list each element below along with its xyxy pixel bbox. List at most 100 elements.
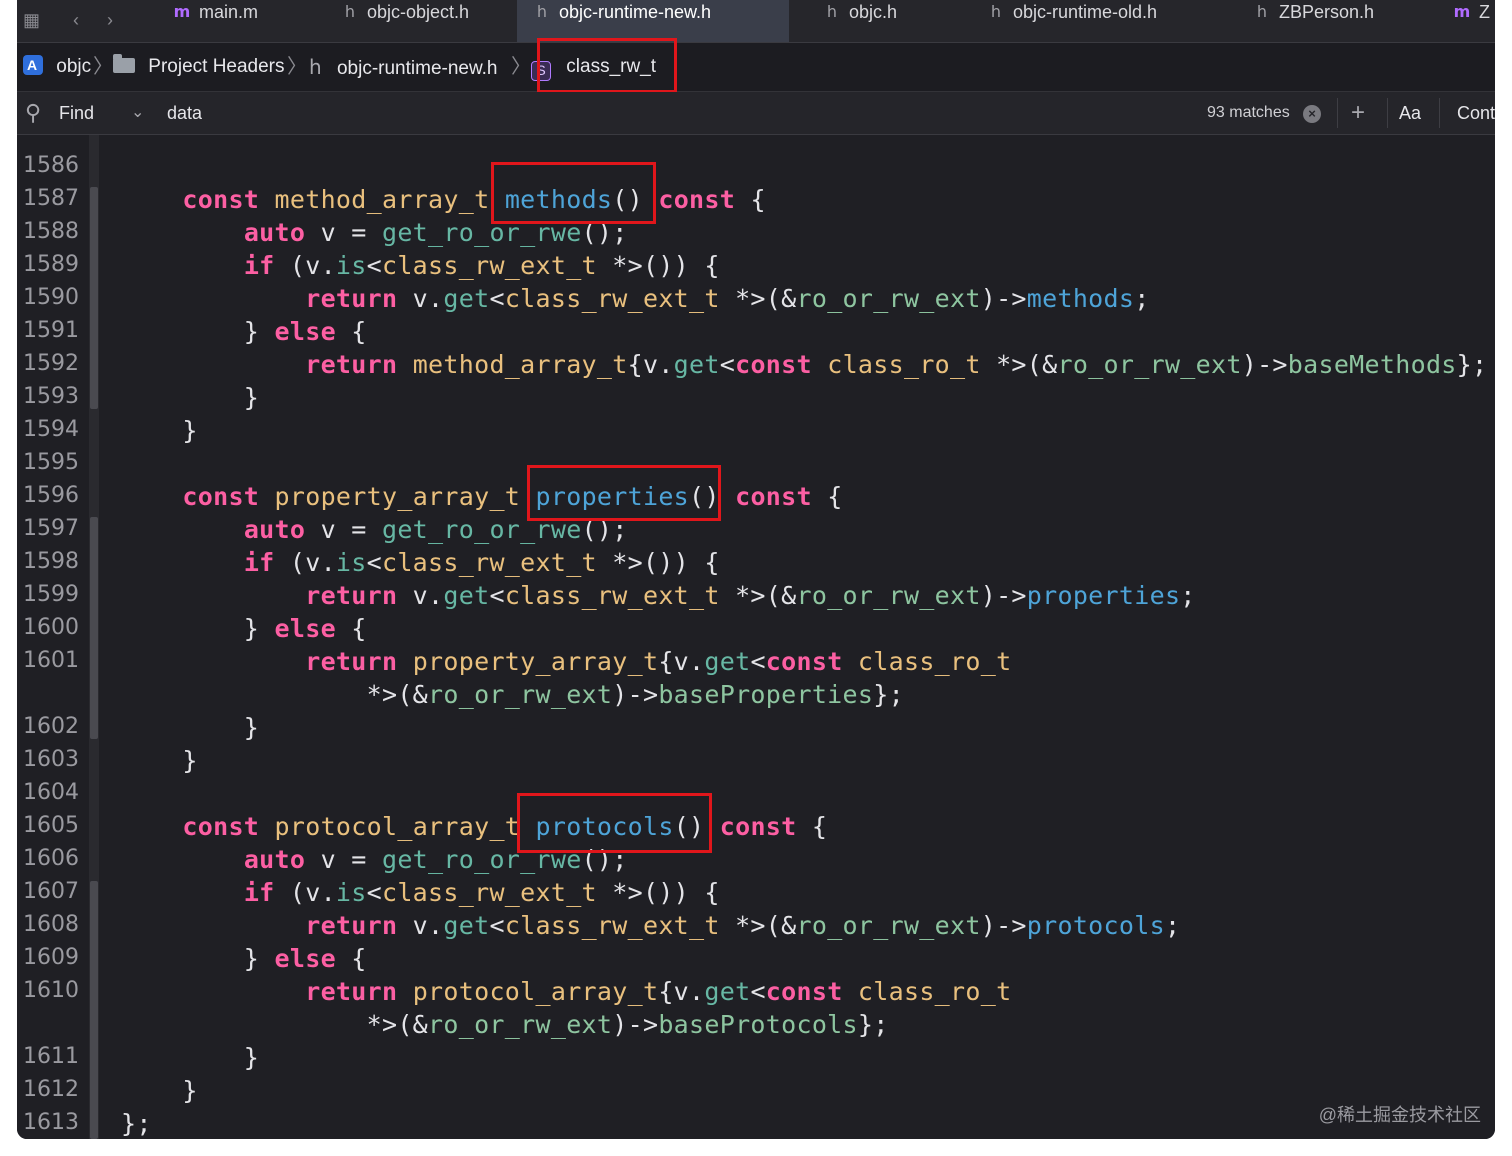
code-line[interactable]: return v.get<class_rw_ext_t *>(&ro_or_rw… [121, 909, 1180, 942]
line-number: 1601 [23, 648, 79, 673]
chevron-right-icon: 〉 [93, 56, 113, 78]
line-number: 1597 [23, 516, 79, 541]
code-line[interactable]: } [121, 414, 198, 447]
line-number: 1590 [23, 285, 79, 310]
line-number: 1603 [23, 747, 79, 772]
breadcrumb-project[interactable]: objc [23, 43, 91, 91]
xcode-project-icon [23, 55, 43, 75]
tab-label: objc-runtime-new.h [559, 2, 712, 22]
code-line[interactable]: if (v.is<class_rw_ext_t *>()) { [121, 876, 720, 909]
search-input[interactable]: data [167, 92, 202, 134]
close-icon: × [1303, 105, 1321, 123]
line-number: 1602 [23, 714, 79, 739]
tab-objc-h[interactable]: h objc.h [807, 0, 967, 42]
match-style-button[interactable]: Cont [1457, 92, 1495, 134]
add-pattern-button[interactable]: + [1351, 92, 1365, 134]
chevron-down-icon[interactable]: ⌄ [131, 92, 144, 134]
highlight-box-methods [491, 162, 656, 224]
line-number: 1606 [23, 846, 79, 871]
line-number: 1594 [23, 417, 79, 442]
grid-icon[interactable]: ▦ [23, 8, 40, 32]
line-number: 1587 [23, 186, 79, 211]
breadcrumb-group[interactable]: Project Headers [113, 43, 285, 91]
code-line[interactable]: } [121, 744, 198, 777]
breadcrumb-project-label: objc [56, 56, 92, 77]
code-line[interactable]: *>(&ro_or_rw_ext)->baseProtocols}; [121, 1008, 889, 1041]
line-number: 1610 [23, 978, 79, 1003]
tab-bar: ▦ ‹ › m main.m h objc-object.h h objc-runtime… [17, 0, 1495, 43]
clear-search-button[interactable]: × [1303, 92, 1321, 134]
find-bar: ⚲ Find ⌄ data 93 matches × + Aa Cont [17, 92, 1495, 135]
back-arrow-icon[interactable]: ‹ [73, 8, 79, 32]
xcode-window: ▦ ‹ › m main.m h objc-object.h h objc-runtime… [17, 0, 1495, 1139]
tab-content: h objc-object.h [325, 2, 517, 22]
breadcrumb-file-label: objc-runtime-new.h [336, 58, 498, 79]
fold-region[interactable] [90, 517, 98, 739]
fold-region[interactable] [90, 187, 98, 409]
header-file-icon: h [1256, 2, 1268, 21]
line-number: 1611 [23, 1044, 79, 1069]
folder-icon [113, 54, 135, 73]
tab-main-m[interactable]: m main.m [157, 0, 325, 42]
code-line[interactable]: const property_array_t properties() cons… [121, 480, 843, 513]
forward-arrow-icon[interactable]: › [107, 8, 113, 32]
code-editor[interactable]: 1586 1587 1588 1589 1590 1591 1592 1593 1594 1595… [17, 135, 1495, 1139]
code-line[interactable]: return v.get<class_rw_ext_t *>(&ro_or_rw… [121, 282, 1150, 315]
code-line[interactable]: return method_array_t{v.get<const class_… [121, 348, 1487, 381]
code-line[interactable]: if (v.is<class_rw_ext_t *>()) { [121, 546, 720, 579]
divider [1387, 98, 1388, 128]
code-line[interactable]: } else { [121, 612, 367, 645]
code-line[interactable]: return protocol_array_t{v.get<const clas… [121, 975, 1011, 1008]
match-count: 93 matches [1207, 104, 1290, 121]
line-number: 1595 [23, 450, 79, 475]
code-line[interactable]: const method_array_t methods() const { [121, 183, 766, 216]
match-case-button[interactable]: Aa [1399, 92, 1421, 134]
find-mode-label[interactable]: Find [59, 92, 94, 134]
watermark: @稀土掘金技术社区 [1318, 1105, 1481, 1125]
line-number: 1613 [23, 1110, 79, 1135]
highlight-box-protocols [517, 793, 712, 853]
tab-content: h objc.h [807, 2, 967, 22]
code-line[interactable]: if (v.is<class_rw_ext_t *>()) { [121, 249, 720, 282]
line-number: 1589 [23, 252, 79, 277]
code-line[interactable]: const protocol_array_t protocols() const… [121, 810, 827, 843]
fold-region[interactable] [90, 881, 98, 1139]
header-file-icon: h [344, 2, 356, 21]
line-number: 1598 [23, 549, 79, 574]
tab-label: Z [1479, 2, 1490, 22]
header-file-icon: h [826, 2, 838, 21]
code-line[interactable]: return v.get<class_rw_ext_t *>(&ro_or_rw… [121, 579, 1196, 612]
code-line[interactable]: return property_array_t{v.get<const clas… [121, 645, 1011, 678]
line-number: 1607 [23, 879, 79, 904]
tab-objc-runtime-old-h[interactable]: h objc-runtime-old.h [971, 0, 1237, 42]
search-icon: ⚲ [25, 100, 42, 125]
code-line[interactable]: } else { [121, 942, 367, 975]
line-number: 1605 [23, 813, 79, 838]
tab-label: main.m [199, 2, 259, 22]
line-number: 1596 [23, 483, 79, 508]
code-line[interactable]: } [121, 711, 259, 744]
tab-zbperson-h[interactable]: h ZBPerson.h [1237, 0, 1435, 42]
code-line[interactable]: } [121, 381, 259, 414]
line-number: 1586 [23, 153, 79, 178]
line-number-gutter: 1586 1587 1588 1589 1590 1591 1592 1593 1594 1595… [17, 135, 89, 1139]
tab-label: ZBPerson.h [1279, 2, 1375, 22]
divider [1439, 98, 1440, 128]
tab-objc-runtime-new-h[interactable]: h objc-runtime-new.h [517, 0, 789, 42]
code-line[interactable]: }; [121, 1107, 152, 1139]
code-line[interactable]: } [121, 1041, 259, 1074]
code-line[interactable]: } else { [121, 315, 367, 348]
tab-objc-object-h[interactable]: h objc-object.h [325, 0, 517, 42]
header-file-icon: h [990, 2, 1002, 21]
tab-content: m main.m [157, 2, 325, 22]
code-line[interactable]: *>(&ro_or_rw_ext)->baseProperties}; [121, 678, 904, 711]
header-file-icon: h [536, 2, 548, 21]
tab-label: objc.h [849, 2, 898, 22]
tab-z[interactable]: mZ [1437, 0, 1495, 42]
line-number: 1600 [23, 615, 79, 640]
line-number: 1604 [23, 780, 79, 805]
code-line[interactable]: } [121, 1074, 198, 1107]
line-number: 1608 [23, 912, 79, 937]
breadcrumb-file[interactable]: h objc-runtime-new.h [309, 43, 498, 91]
code-folding-ribbon[interactable] [89, 135, 99, 1139]
